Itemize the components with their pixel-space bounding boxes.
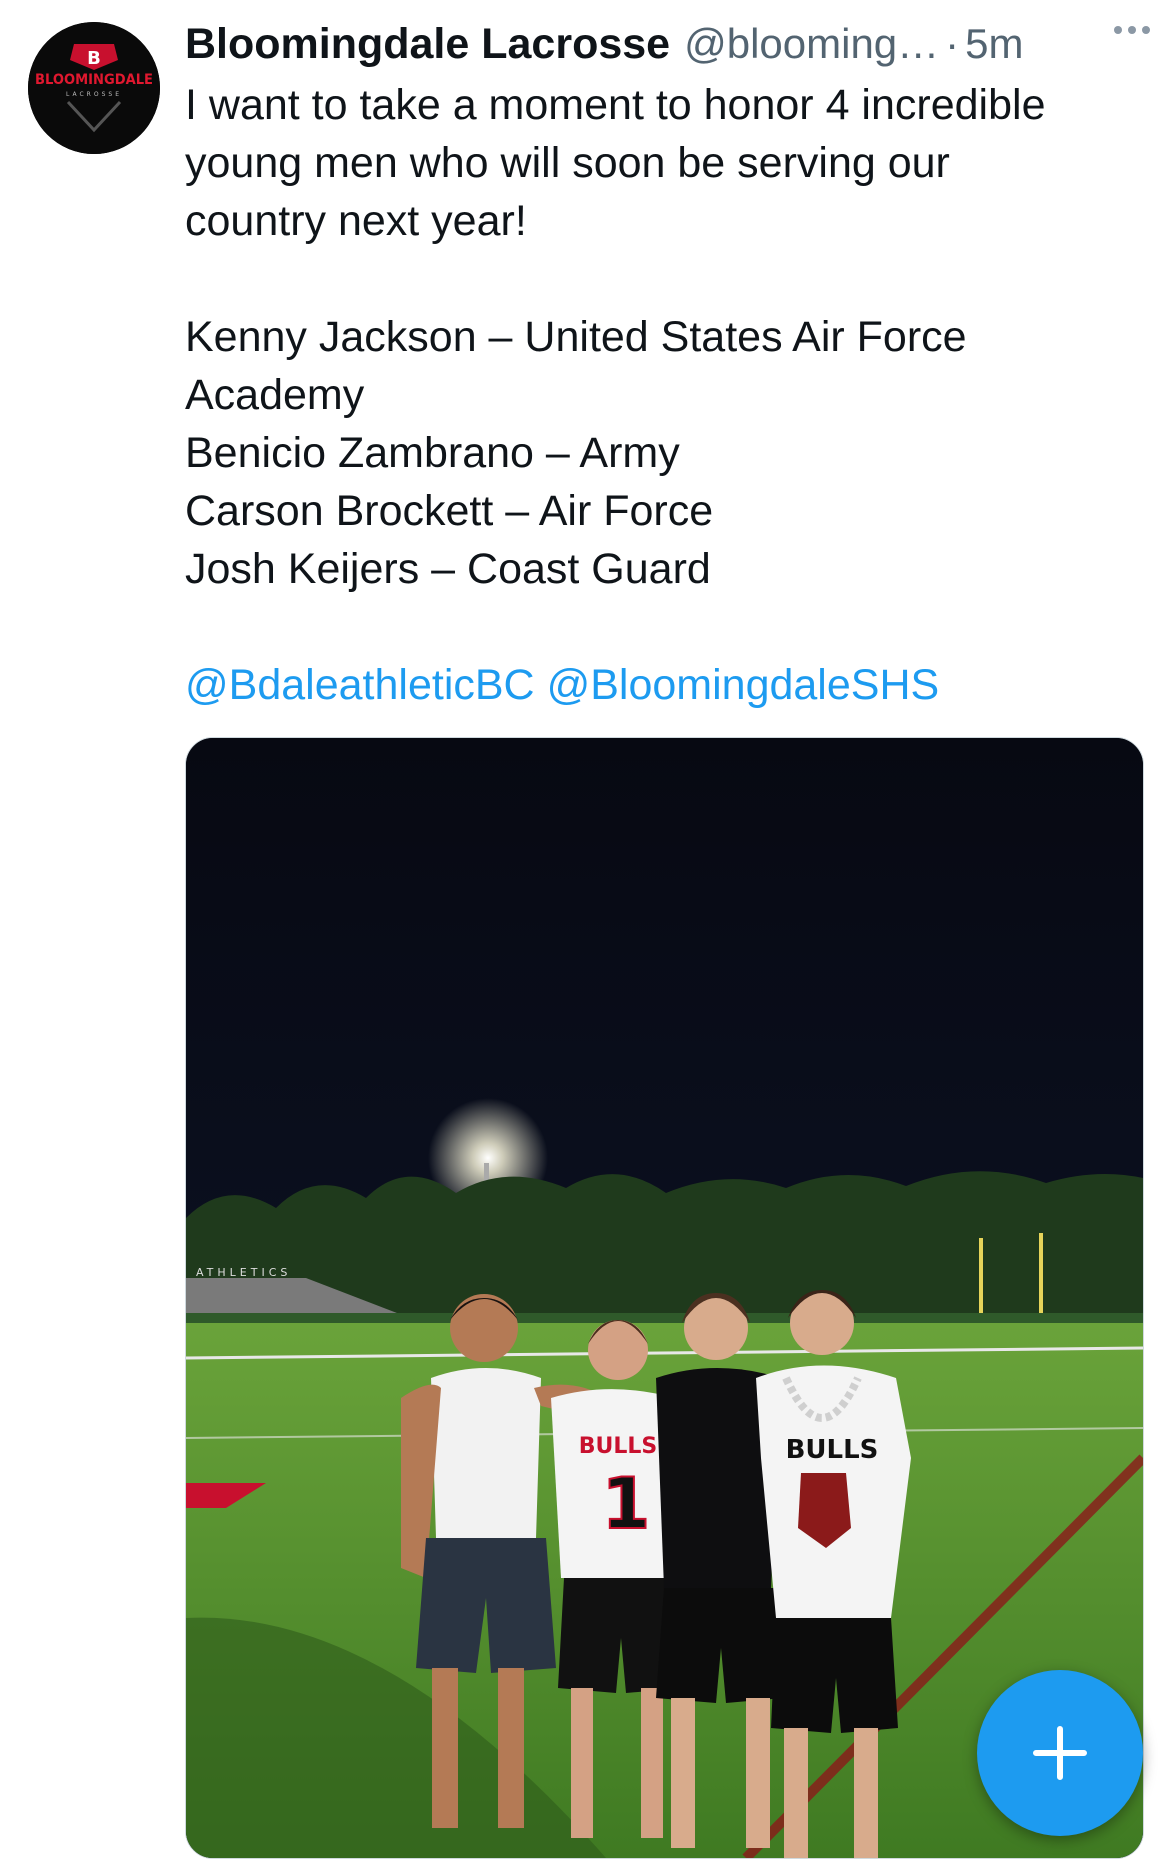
tweet-photo[interactable]: ATHLETICS BULLS 1 BULLS <box>185 737 1144 1859</box>
avatar-letter: B <box>87 48 101 69</box>
jersey-1-number: 1 <box>602 1463 651 1545</box>
more-dot <box>1142 26 1150 34</box>
tweet-timestamp[interactable]: 5m <box>965 20 1023 68</box>
more-horizontal-icon[interactable] <box>1104 10 1160 50</box>
more-dot <box>1114 26 1122 34</box>
tweet-text: I want to take a moment to honor 4 incre… <box>185 76 1135 714</box>
tweet-header: Bloomingdale Lacrosse @blooming… · 5m <box>185 14 1150 74</box>
plus-icon <box>1033 1726 1087 1780</box>
tweet-line: Kenny Jackson – United States Air Force <box>185 313 967 361</box>
mention-link[interactable]: @BdaleathleticBC <box>185 661 535 709</box>
mention-link[interactable]: @BloomingdaleSHS <box>547 661 940 709</box>
tweet-line: I want to take a moment to honor 4 incre… <box>185 81 1046 129</box>
tweet-line: young men who will soon be serving our <box>185 139 950 187</box>
avatar-wordmark: BLOOMINGDALE <box>35 72 153 88</box>
jersey-2-text: BULLS <box>786 1435 879 1465</box>
tweet-line: Carson Brockett – Air Force <box>185 487 714 535</box>
avatar-subtext: LACROSSE <box>66 91 122 98</box>
tweet-line: Josh Keijers – Coast Guard <box>185 545 711 593</box>
tweet-line: Academy <box>185 371 365 419</box>
stadium-sign: ATHLETICS <box>196 1266 291 1279</box>
tweet-card[interactable]: B BLOOMINGDALE LACROSSE Bloomingdale Lac… <box>0 0 1170 1859</box>
header-separator: · <box>945 20 960 67</box>
author-display-name[interactable]: Bloomingdale Lacrosse <box>185 20 670 69</box>
team-photo-image: ATHLETICS BULLS 1 BULLS <box>186 738 1143 1858</box>
mentions-line: @BdaleathleticBC @BloomingdaleSHS <box>185 656 1135 714</box>
tweet-line: country next year! <box>185 197 527 245</box>
more-dot <box>1128 26 1136 34</box>
author-avatar[interactable]: B BLOOMINGDALE LACROSSE <box>28 22 160 154</box>
compose-button[interactable] <box>977 1670 1143 1836</box>
tweet-line: Benicio Zambrano – Army <box>185 429 680 477</box>
author-handle[interactable]: @blooming… <box>684 20 939 68</box>
bloomingdale-logo-icon: B BLOOMINGDALE LACROSSE <box>28 22 160 154</box>
jersey-1-text: BULLS <box>579 1434 658 1459</box>
